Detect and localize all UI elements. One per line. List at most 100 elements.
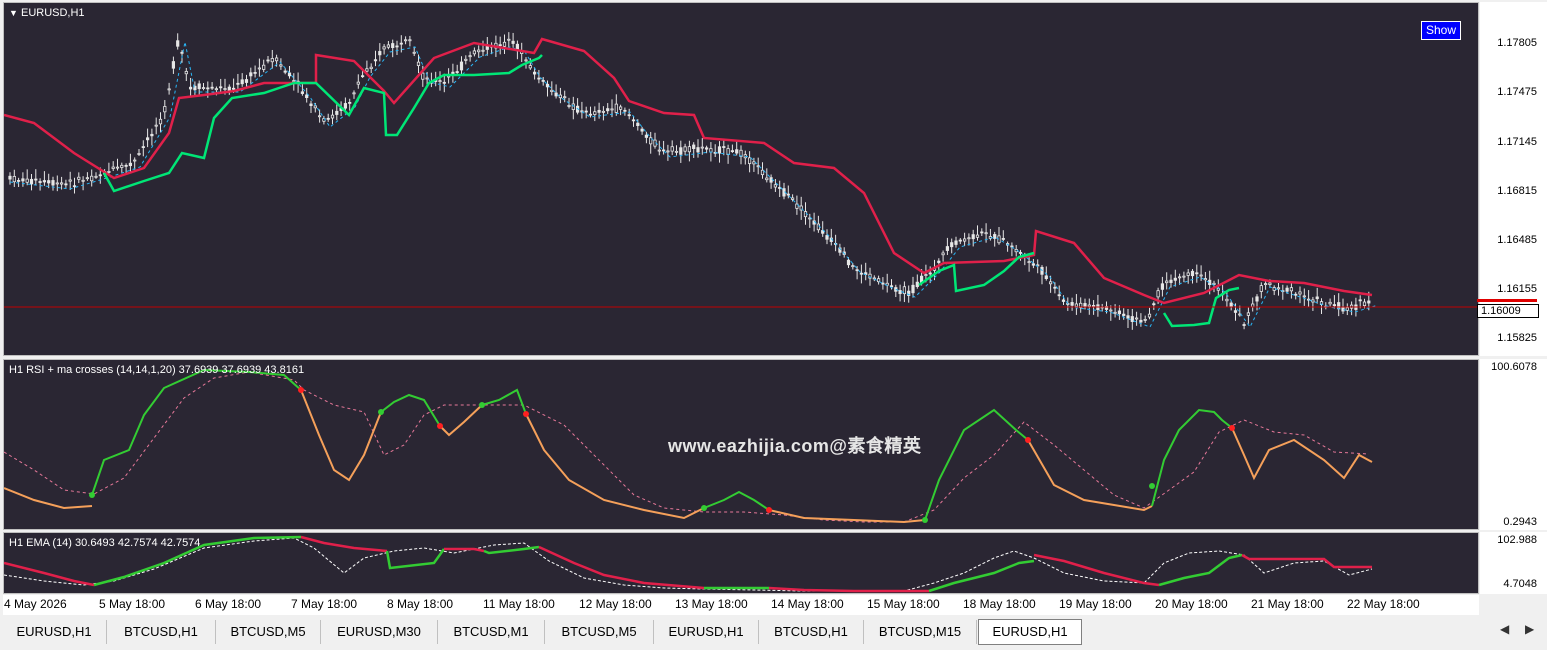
price-tick-label: 1.16485: [1497, 234, 1537, 246]
tab-scroll-right-icon[interactable]: ▶: [1525, 622, 1534, 636]
candle-body: [210, 86, 214, 89]
rsi-line-segment: [703, 490, 770, 511]
candle-body: [343, 103, 348, 109]
candle-body: [412, 51, 416, 54]
candle-body: [81, 179, 85, 182]
candle-body: [128, 162, 132, 167]
candle-body: [21, 178, 25, 182]
ema-min-label: 4.7048: [1503, 578, 1537, 590]
ema-title: H1 EMA (14) 30.6493 42.7574 42.7574: [9, 537, 201, 549]
show-button[interactable]: Show: [1421, 21, 1461, 40]
candle-body: [1345, 307, 1349, 311]
rsi-line-segment: [768, 509, 926, 524]
candle-body: [464, 58, 468, 61]
time-axis[interactable]: 4 May 2026 5 May 18:00 6 May 18:00 7 May…: [3, 595, 1479, 615]
chart-tab[interactable]: BTCUSD,M1: [438, 620, 545, 644]
candle-body: [1057, 294, 1061, 297]
candle-body: [249, 72, 253, 77]
chart-tab[interactable]: EURUSD,M30: [321, 620, 438, 644]
candle-body: [399, 42, 403, 45]
candle-body: [1294, 293, 1298, 296]
candle-body: [270, 58, 274, 63]
candle-body: [911, 284, 915, 294]
candle-body: [253, 72, 257, 74]
rsi-cross-dot: [1229, 425, 1235, 431]
chart-tab[interactable]: EURUSD,H1: [2, 620, 107, 644]
chart-tab[interactable]: BTCUSD,M5: [216, 620, 321, 644]
candle-body: [1337, 302, 1341, 310]
candle-body: [468, 55, 472, 58]
chart-menu-triangle-icon[interactable]: ▼: [9, 8, 18, 18]
chart-tab[interactable]: BTCUSD,M15: [864, 620, 977, 644]
candle-body: [29, 178, 34, 185]
candle-body: [670, 146, 674, 152]
time-tick-label: 15 May 18:00: [867, 597, 940, 611]
candle-body: [326, 117, 330, 120]
time-tick-label: 5 May 18:00: [99, 597, 166, 611]
candle-body: [1126, 315, 1130, 319]
candle-body: [1298, 291, 1302, 295]
candle-body: [1135, 317, 1139, 320]
ema-line-segment: [1033, 553, 1160, 587]
ema-indicator-panel[interactable]: H1 EMA (14) 30.6493 42.7574 42.7574: [3, 532, 1479, 594]
candle-body: [627, 114, 631, 117]
candle-body: [111, 166, 115, 169]
price-tick-label: 1.16155: [1497, 283, 1537, 295]
chart-tab[interactable]: EURUSD,H1: [654, 620, 759, 644]
rsi-axis[interactable]: 100.6078 0.2943: [1480, 359, 1547, 530]
candle-body: [696, 147, 700, 153]
time-tick-label: 13 May 18:00: [675, 597, 748, 611]
time-tick-label: 7 May 18:00: [291, 597, 358, 611]
candle-body: [348, 101, 352, 104]
price-chart-panel[interactable]: ▼ EURUSD,H1 Show: [3, 2, 1479, 356]
candle-body: [1092, 305, 1096, 307]
candle-body: [950, 242, 954, 248]
chart-tab[interactable]: BTCUSD,M5: [545, 620, 654, 644]
candle-body: [42, 180, 47, 183]
candle-body: [158, 118, 163, 125]
candle-body: [709, 148, 713, 153]
candle-body: [1195, 272, 1199, 275]
price-tick-label: 1.17145: [1497, 136, 1537, 148]
rsi-title: H1 RSI + ma crosses (14,14,1,20) 37.6939…: [9, 364, 305, 376]
candle-body: [68, 179, 72, 182]
candle-body: [1117, 310, 1121, 315]
candle-body: [262, 64, 266, 70]
ema-axis[interactable]: 102.988 4.7048: [1480, 532, 1547, 594]
candle-body: [674, 150, 679, 153]
candle-body: [317, 115, 322, 118]
chart-tab[interactable]: BTCUSD,H1: [107, 620, 216, 644]
candle-body: [855, 269, 859, 272]
candle-body: [984, 232, 988, 235]
candle-body: [416, 61, 421, 66]
candle-body: [528, 65, 532, 69]
candle-body: [1367, 300, 1371, 304]
candle-body: [477, 49, 481, 53]
candle-body: [1358, 299, 1362, 302]
candle-body: [1143, 318, 1147, 321]
watermark: www.eazhijia.com@素食精英: [668, 436, 922, 456]
chart-tab-active[interactable]: EURUSD,H1: [978, 619, 1082, 645]
candle-body: [55, 182, 59, 185]
chart-tab[interactable]: BTCUSD,H1: [759, 620, 864, 644]
candle-body: [279, 64, 283, 67]
candle-body: [1251, 303, 1255, 308]
candle-body: [601, 110, 606, 113]
candle-body: [309, 103, 313, 107]
candle-body: [1203, 278, 1207, 281]
time-tick-label: 8 May 18:00: [387, 597, 454, 611]
candle-body: [567, 105, 571, 107]
candle-body: [8, 175, 12, 180]
time-tick-label: 21 May 18:00: [1251, 597, 1324, 611]
candle-body: [524, 59, 528, 62]
candle-body: [85, 177, 89, 180]
rsi-line-segment: [4, 487, 93, 510]
candle-body: [1332, 304, 1336, 307]
price-axis[interactable]: 1.17805 1.17475 1.17145 1.16815 1.16485 …: [1477, 2, 1547, 356]
candle-body: [386, 44, 391, 48]
tab-scroll-left-icon[interactable]: ◀: [1500, 622, 1509, 636]
candle-body: [25, 178, 29, 183]
candle-body: [877, 278, 881, 283]
candle-body: [963, 238, 967, 242]
rsi-line-segment: [91, 368, 302, 496]
